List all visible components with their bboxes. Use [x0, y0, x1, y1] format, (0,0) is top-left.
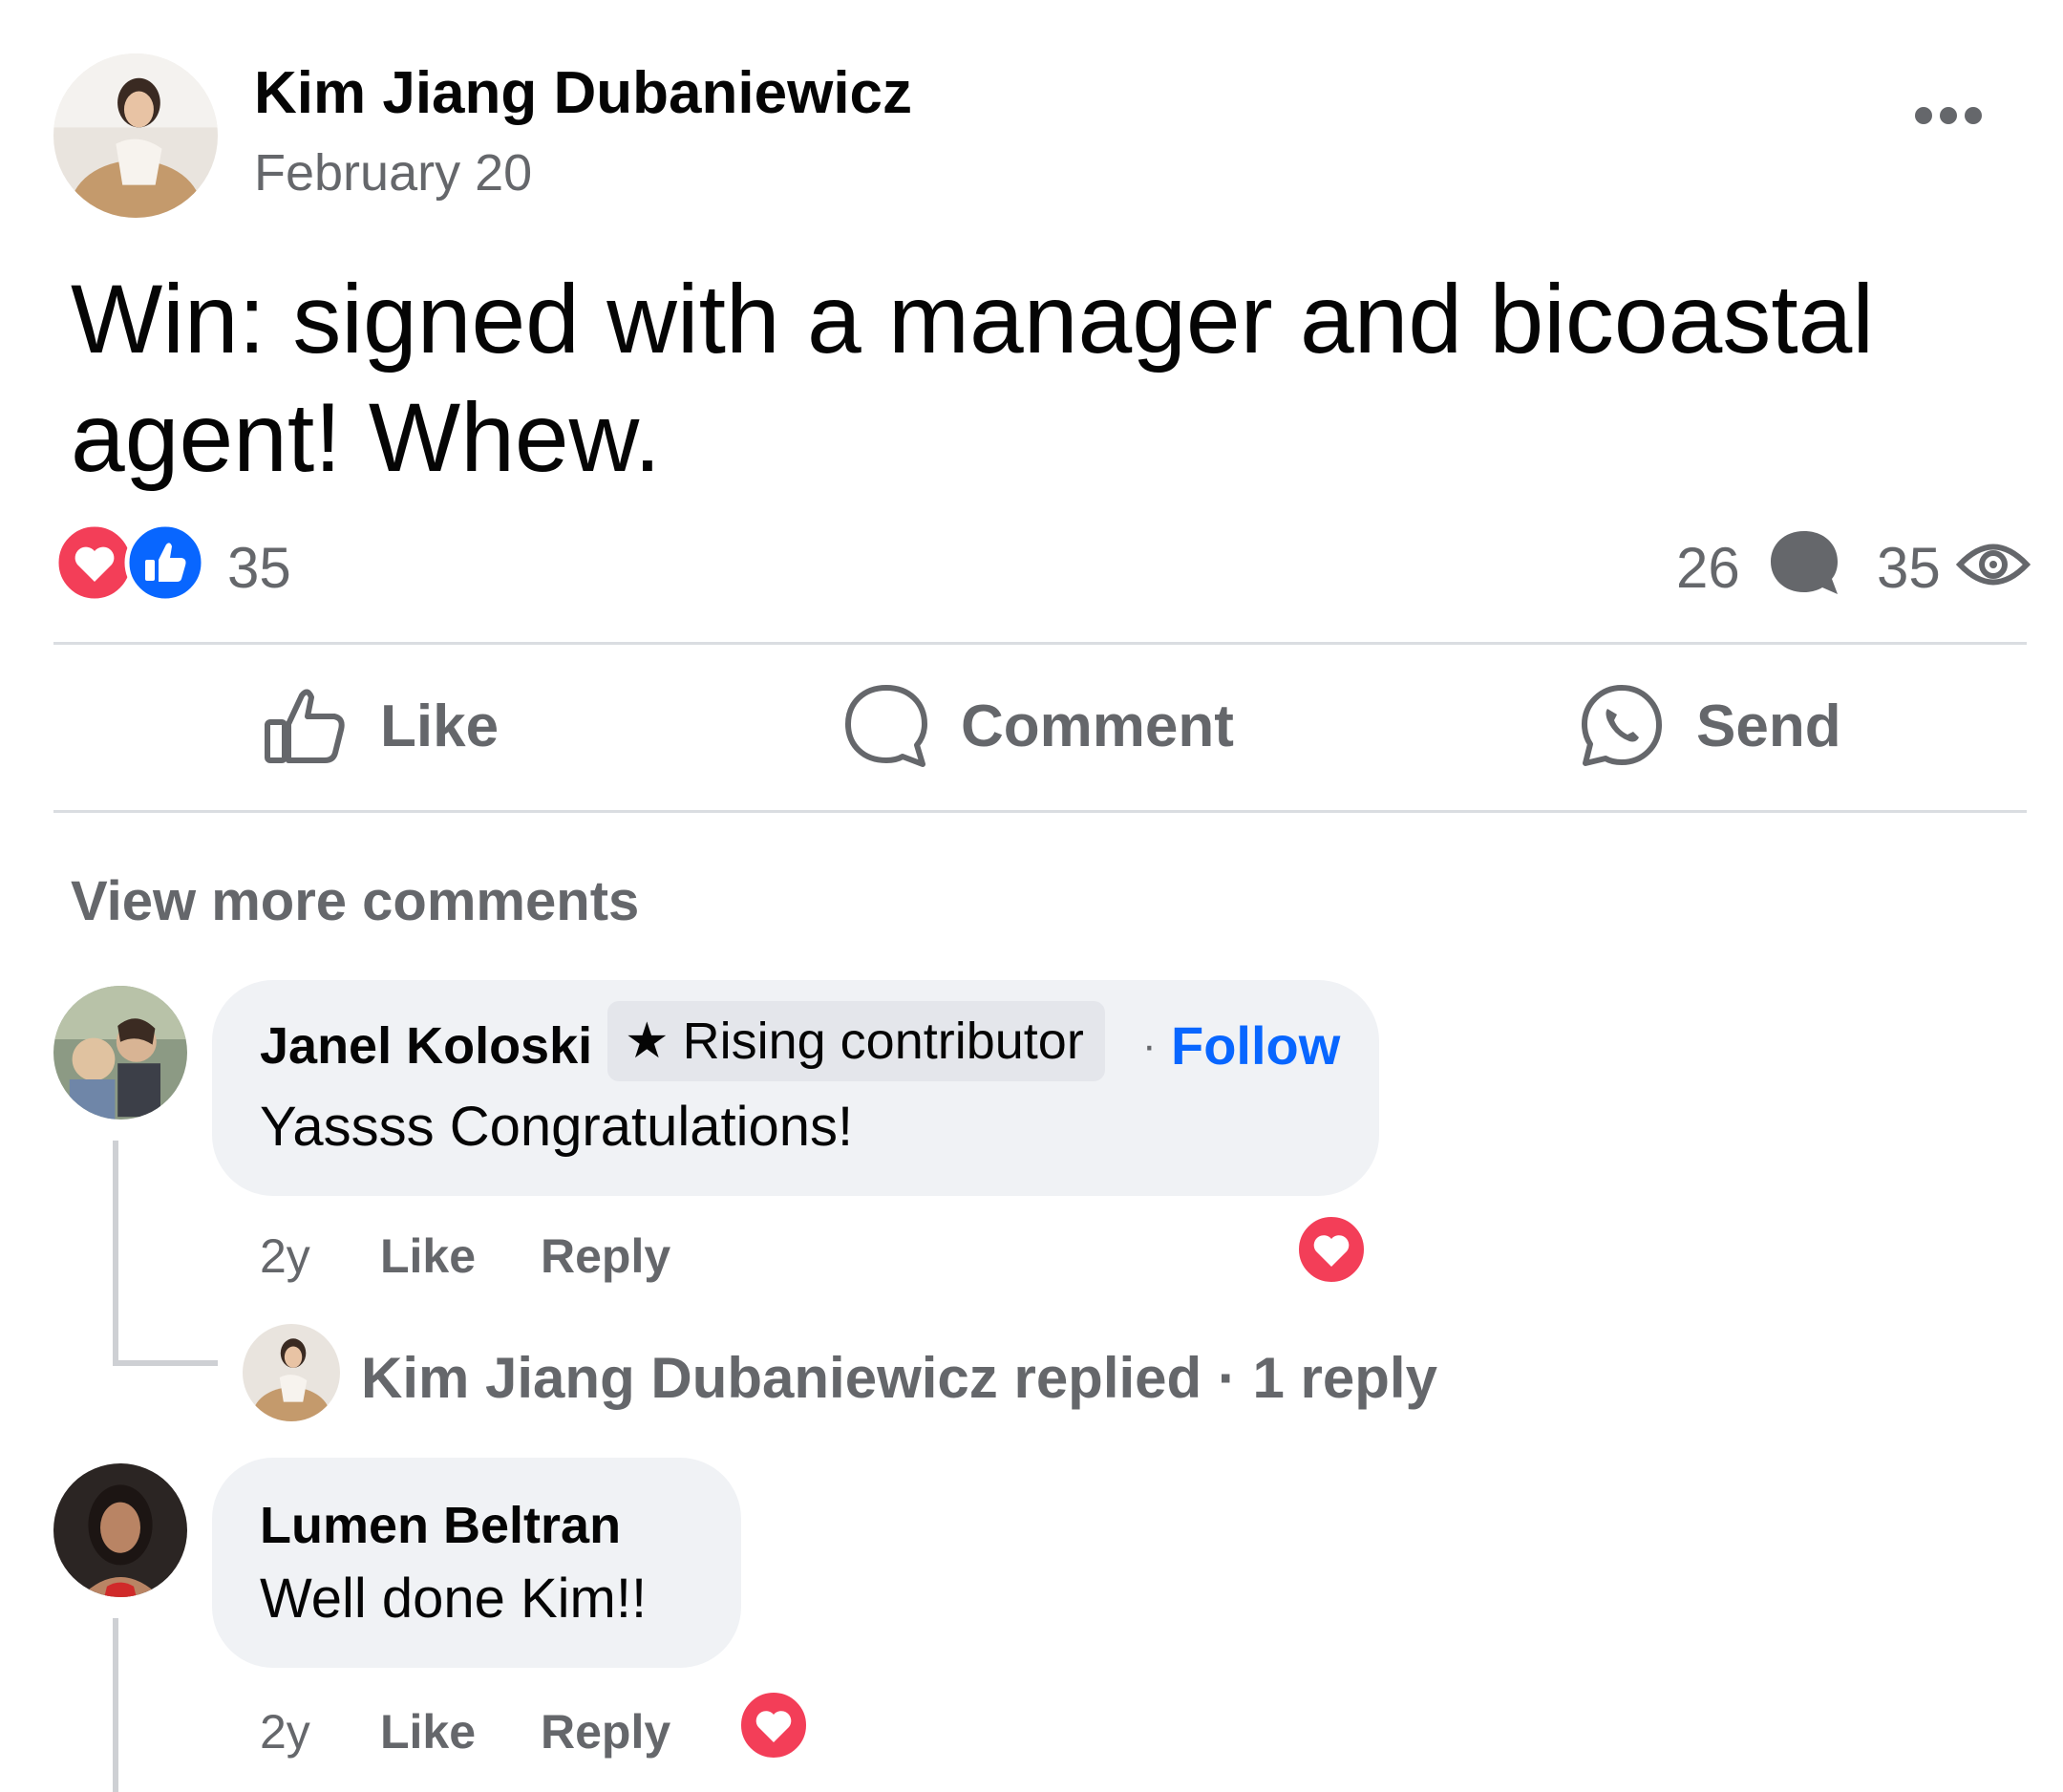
comment-count[interactable]: 26 — [1676, 535, 1740, 601]
author-name[interactable]: Kim Jiang Dubaniewicz — [254, 59, 912, 127]
comment-button[interactable]: Comment — [840, 669, 1234, 783]
follow-button[interactable]: Follow — [1171, 1014, 1340, 1077]
post-text: Win: signed with a manager and bicoastal… — [71, 265, 1875, 492]
view-count[interactable]: 35 — [1877, 535, 1941, 601]
commenter-avatar[interactable] — [53, 986, 187, 1120]
send-button[interactable]: Send — [1576, 669, 1841, 783]
author-avatar[interactable] — [53, 53, 218, 218]
divider-top — [53, 642, 2027, 645]
more-options-button[interactable] — [1915, 107, 1991, 145]
post-date[interactable]: February 20 — [254, 143, 532, 203]
like-button-label: Like — [380, 693, 500, 759]
comment-icon — [845, 685, 927, 767]
comment-bubble-icon — [1771, 531, 1838, 594]
rising-contributor-badge[interactable]: ★ Rising contributor — [607, 1001, 1105, 1081]
comment-reply-button[interactable]: Reply — [541, 1228, 670, 1284]
comment-reply-button[interactable]: Reply — [541, 1704, 670, 1760]
comment-button-label: Comment — [961, 693, 1234, 759]
comment-text: Yassss Congratulations! — [260, 1096, 854, 1158]
badge-label: Rising contributor — [682, 1013, 1084, 1070]
comment-text: Well done Kim!! — [260, 1568, 648, 1630]
comment-like-button[interactable]: Like — [380, 1704, 476, 1760]
star-icon: ★ — [625, 1013, 670, 1069]
whatsapp-icon — [1582, 685, 1662, 766]
comment-bubble — [212, 1458, 741, 1668]
reply-thread-line — [113, 1141, 118, 1366]
commenter-name[interactable]: Lumen Beltran — [260, 1496, 621, 1555]
love-reaction-icon[interactable] — [735, 1687, 812, 1763]
love-reaction-icon[interactable] — [1293, 1211, 1370, 1288]
reply-thread-connector — [113, 1360, 218, 1366]
comment-time[interactable]: 2y — [260, 1704, 310, 1760]
view-more-comments-link[interactable]: View more comments — [71, 869, 639, 933]
reaction-count[interactable]: 35 — [227, 535, 291, 601]
eye-icon — [1956, 544, 2031, 586]
like-reaction-icon — [124, 522, 206, 604]
thumbs-up-icon — [265, 689, 345, 763]
send-button-label: Send — [1696, 693, 1841, 759]
reaction-summary[interactable] — [53, 522, 216, 604]
comment-time[interactable]: 2y — [260, 1228, 310, 1284]
like-button[interactable]: Like — [260, 669, 499, 783]
reply-thread-line — [113, 1618, 118, 1792]
more-dots-icon — [1915, 107, 1932, 124]
commenter-avatar[interactable] — [53, 1463, 187, 1597]
reply-author-avatar[interactable] — [243, 1324, 340, 1421]
view-replies-link[interactable]: Kim Jiang Dubaniewicz replied · 1 reply — [361, 1345, 1437, 1411]
comment-like-button[interactable]: Like — [380, 1228, 476, 1284]
commenter-name[interactable]: Janel Koloski — [260, 1016, 592, 1076]
separator-dot: · — [1142, 1022, 1157, 1069]
divider-bottom — [53, 810, 2027, 813]
